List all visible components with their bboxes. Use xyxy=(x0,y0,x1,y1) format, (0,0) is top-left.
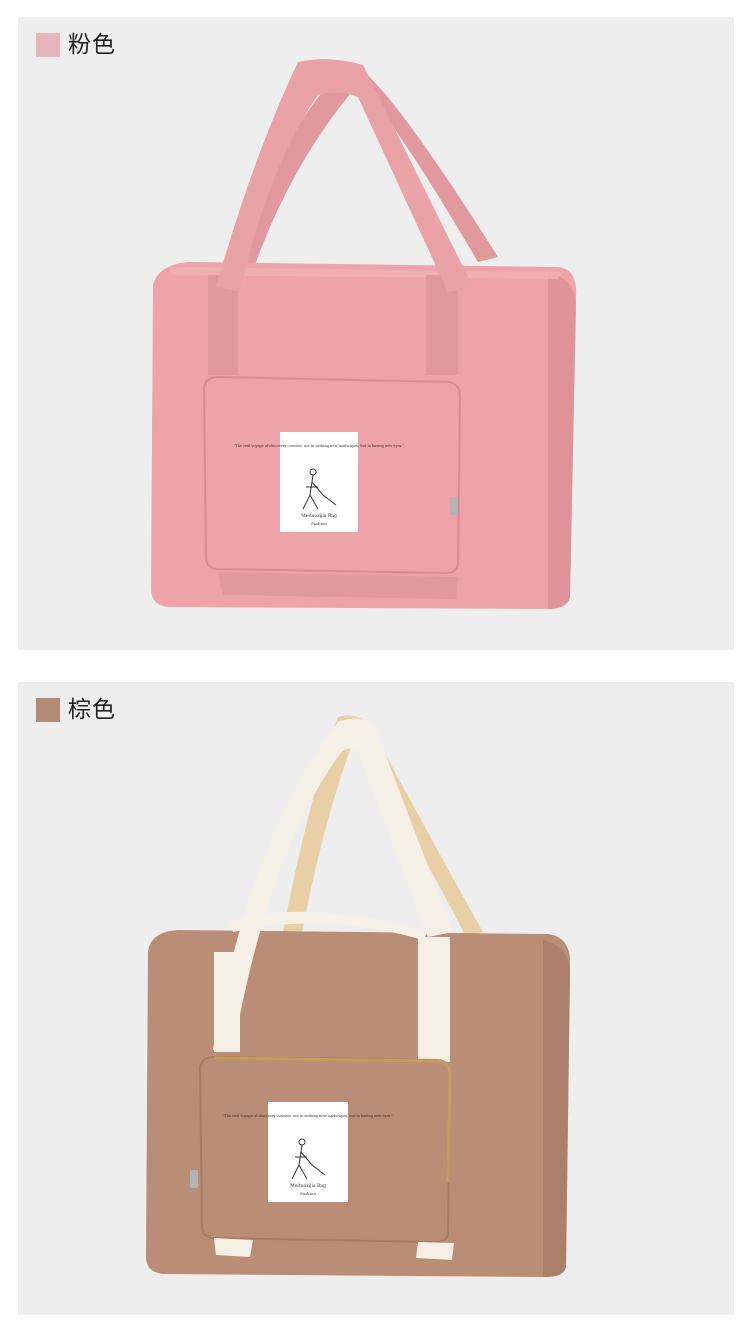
color-label-brown: 棕色 xyxy=(36,696,116,724)
zipper-pull xyxy=(450,497,458,515)
tag-brand: Meituozijia Bag xyxy=(301,513,337,519)
color-name-pink: 粉色 xyxy=(68,32,116,58)
color-swatch-brown xyxy=(36,698,60,722)
zipper-pull xyxy=(190,1170,198,1188)
tag-quote: "The real voyage of discovery consists, … xyxy=(223,1114,393,1118)
pink-bag-image: "The real voyage of discovery consists, … xyxy=(151,59,577,609)
color-swatch-pink xyxy=(36,33,60,57)
product-photo-brown: 棕色 "The real voyage of discovery consist… xyxy=(18,682,734,1315)
product-photo-pink: 粉色 "The real voyage of discovery consist… xyxy=(18,17,734,650)
brown-bag-image: "The real voyage of discovery consists, … xyxy=(146,715,570,1277)
color-label-pink: 粉色 xyxy=(36,31,116,59)
tag-brand: Meituozijia Bag xyxy=(290,1183,326,1189)
tag-sub: Fashion xyxy=(311,521,327,526)
front-strap-left xyxy=(214,952,240,1052)
bottom-strap-right xyxy=(416,1242,454,1260)
bag-side-shade xyxy=(543,940,570,1277)
front-strap-right xyxy=(418,937,450,1062)
bottom-strap-left xyxy=(214,1238,253,1257)
bag-side-shade xyxy=(548,272,576,609)
tag-quote: "The real voyage of discovery consists, … xyxy=(234,444,404,448)
color-name-brown: 棕色 xyxy=(68,697,116,723)
tag-sub: Fashion xyxy=(300,1191,316,1196)
